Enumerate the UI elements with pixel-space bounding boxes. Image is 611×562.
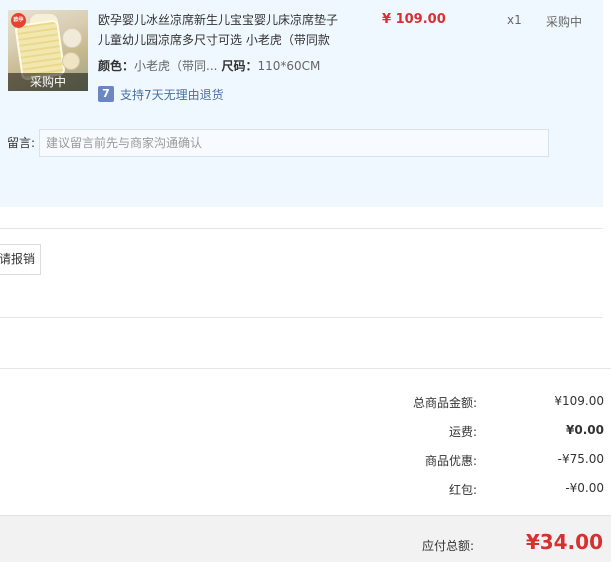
return-policy: 7 支持7天无理由退货 [98,85,224,103]
sku-color-value: 小老虎（带同... [134,59,218,73]
divider [0,317,603,318]
summary-row-shipping: 运费: ¥0.00 [300,423,604,441]
brand-logo-icon: 欧孕 [11,13,26,28]
product-title[interactable]: 欧孕婴儿冰丝凉席新生儿宝宝婴儿床凉席垫子儿童幼儿园凉席多尺寸可选 小老虎（带同款 [98,10,348,50]
summary-value: -¥0.00 [565,481,604,495]
order-item-panel: 欧孕 采购中 欧孕婴儿冰丝凉席新生儿宝宝婴儿床凉席垫子儿童幼儿园凉席多尺寸可选 … [0,0,603,207]
summary-row-discount: 商品优惠: -¥75.00 [300,452,604,470]
summary-label: 总商品金额: [412,396,477,410]
summary-value: ¥109.00 [554,394,604,408]
divider [0,368,611,369]
summary-row-subtotal: 总商品金额: ¥109.00 [300,394,604,412]
message-input[interactable] [39,129,549,157]
summary-label: 运费: [448,425,477,439]
total-label: 应付总额: [421,539,474,553]
item-quantity: x1 [507,13,522,27]
thumb-mat-shape [14,19,66,81]
sku-size-value: 110*60CM [257,59,321,73]
invoice-button[interactable]: 申请报销 [0,244,41,275]
summary-value: ¥0.00 [566,423,604,437]
product-thumbnail[interactable]: 欧孕 采购中 [8,10,88,91]
divider [0,228,603,229]
invoice-button-label: 申请报销 [0,252,36,266]
seven-day-return-icon: 7 [98,86,114,102]
return-policy-text: 支持7天无理由退货 [120,87,224,102]
summary-value: -¥75.00 [557,452,604,466]
product-sku: 颜色：小老虎（带同... 尺码：110*60CM [98,57,320,74]
message-label: 留言: [7,136,36,150]
item-status: 采购中 [546,15,583,29]
sku-color-label: 颜色： [98,59,135,73]
summary-row-red-packet: 红包: -¥0.00 [300,481,604,499]
total-amount: ¥34.00 [525,530,603,554]
summary-label: 商品优惠: [424,454,477,468]
thumb-detail-circle [62,52,80,70]
total-bar: 应付总额: ¥34.00 [0,515,611,562]
sku-size-label: 尺码： [221,59,258,73]
item-price: ¥ 109.00 [382,12,446,27]
thumb-detail-circle [62,28,82,48]
summary-label: 红包: [448,483,477,497]
purchasing-tag: 采购中 [8,73,88,91]
